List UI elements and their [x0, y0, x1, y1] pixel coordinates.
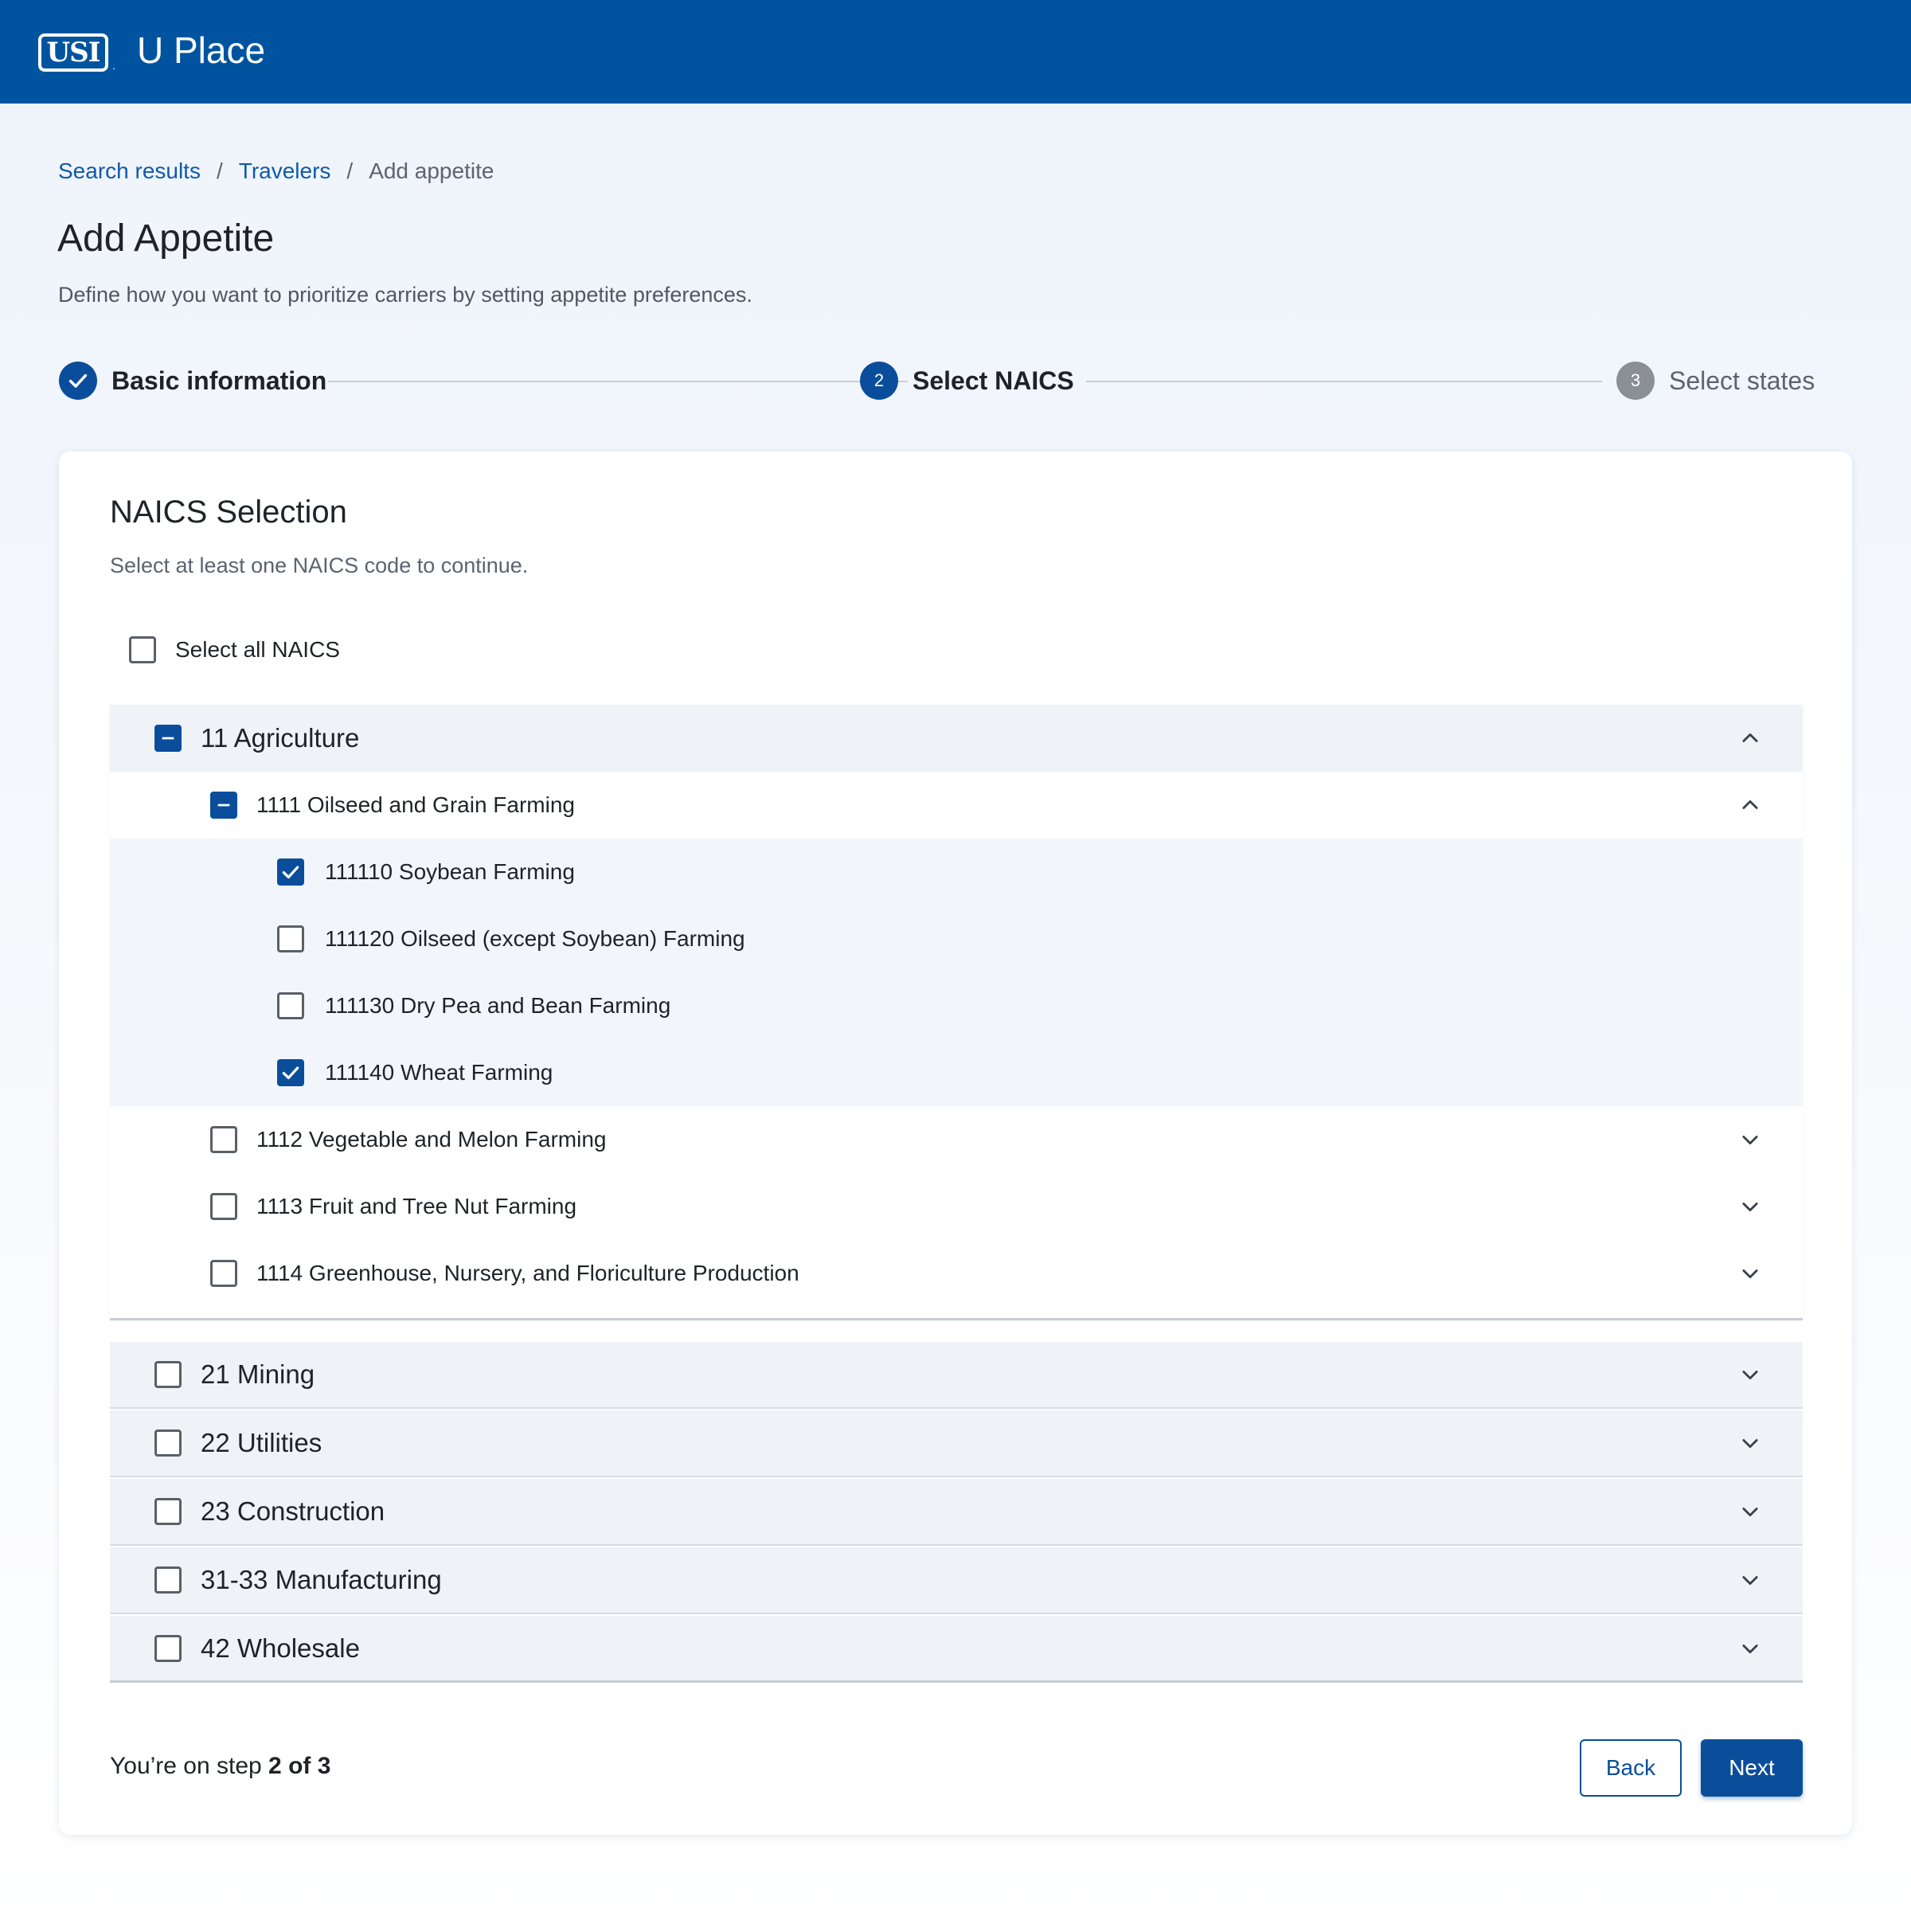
step-select-states[interactable]: 3 Select states	[1616, 358, 1815, 403]
item-label: 111110 Soybean Farming	[325, 859, 575, 884]
select-all-naics[interactable]: Select all NAICS	[129, 636, 340, 663]
breadcrumb: Search results / Travelers / Add appetit…	[58, 158, 494, 184]
sector-label: 23 Construction	[201, 1496, 385, 1526]
sector-row-mining[interactable]: 21 Mining	[110, 1342, 1803, 1409]
sector-row-construction[interactable]: 23 Construction	[110, 1479, 1803, 1546]
step-label: Basic information	[111, 366, 327, 395]
step-progress-count: 2 of 3	[268, 1753, 331, 1779]
naics-selection-card: NAICS Selection Select at least one NAIC…	[59, 452, 1852, 1835]
app-title[interactable]: U Place	[137, 29, 265, 72]
chevron-up-icon[interactable]	[1739, 727, 1761, 749]
next-button[interactable]: Next	[1701, 1739, 1803, 1797]
chevron-down-icon[interactable]	[1739, 1363, 1761, 1386]
sector-row-agriculture[interactable]: 11 Agriculture	[110, 705, 1803, 772]
sector-checkbox[interactable]	[154, 1498, 182, 1525]
chevron-up-icon[interactable]	[1739, 794, 1761, 816]
sector-label: 42 Wholesale	[201, 1633, 360, 1663]
sector-row-wholesale[interactable]: 42 Wholesale	[110, 1616, 1803, 1683]
step-select-naics[interactable]: 2 Select NAICS	[860, 358, 1074, 403]
subsector-row-1111[interactable]: 1111 Oilseed and Grain Farming	[110, 772, 1803, 839]
sector-checkbox[interactable]	[154, 1566, 182, 1594]
subsector-checkbox[interactable]	[210, 1126, 237, 1153]
breadcrumb-travelers[interactable]: Travelers	[239, 158, 331, 184]
page-description: Define how you want to prioritize carrie…	[58, 283, 752, 307]
naics-item-111130[interactable]: 111130 Dry Pea and Bean Farming	[110, 972, 1803, 1039]
breadcrumb-separator: /	[346, 158, 354, 183]
sector-checkbox[interactable]	[154, 725, 182, 752]
chevron-down-icon[interactable]	[1739, 1500, 1761, 1523]
subsector-label: 1114 Greenhouse, Nursery, and Floricultu…	[256, 1261, 799, 1285]
sector-label: 21 Mining	[201, 1359, 315, 1389]
subsector-checkbox[interactable]	[210, 792, 237, 819]
item-label: 111140 Wheat Farming	[325, 1060, 553, 1085]
subsector-row-1113[interactable]: 1113 Fruit and Tree Nut Farming	[110, 1173, 1803, 1240]
check-icon	[59, 362, 97, 400]
step-basic-information[interactable]: Basic information	[59, 358, 326, 403]
select-all-label: Select all NAICS	[175, 637, 340, 662]
subsector-label: 1113 Fruit and Tree Nut Farming	[256, 1194, 577, 1218]
top-bar: USI . U Place	[0, 0, 1911, 104]
step-progress-prefix: You’re on step	[110, 1753, 269, 1779]
sector-row-manufacturing[interactable]: 31-33 Manufacturing	[110, 1547, 1803, 1614]
step-number-badge: 3	[1616, 362, 1655, 400]
item-checkbox[interactable]	[277, 992, 304, 1019]
item-checkbox[interactable]	[277, 925, 304, 952]
chevron-down-icon[interactable]	[1739, 1637, 1761, 1660]
subsector-row-1114[interactable]: 1114 Greenhouse, Nursery, and Floricultu…	[110, 1240, 1803, 1307]
select-all-checkbox[interactable]	[129, 636, 156, 663]
naics-item-111140[interactable]: 111140 Wheat Farming	[110, 1039, 1803, 1106]
chevron-down-icon[interactable]	[1739, 1128, 1761, 1151]
subsector-row-1112[interactable]: 1112 Vegetable and Melon Farming	[110, 1106, 1803, 1173]
subsector-checkbox[interactable]	[210, 1260, 237, 1287]
sector-label: 11 Agriculture	[201, 723, 360, 753]
sector-label: 31-33 Manufacturing	[201, 1565, 442, 1594]
logo-text: USI	[46, 37, 100, 68]
chevron-down-icon[interactable]	[1739, 1432, 1761, 1454]
breadcrumb-search-results[interactable]: Search results	[58, 158, 201, 184]
chevron-down-icon[interactable]	[1739, 1195, 1761, 1218]
logo-mark: .	[112, 59, 115, 72]
step-connector	[328, 381, 908, 382]
step-progress-note: You’re on step 2 of 3	[110, 1753, 330, 1780]
usi-logo[interactable]: USI .	[38, 33, 115, 72]
chevron-down-icon[interactable]	[1739, 1569, 1761, 1591]
naics-item-111120[interactable]: 111120 Oilseed (except Soybean) Farming	[110, 905, 1803, 972]
sector-checkbox[interactable]	[154, 1429, 182, 1457]
minus-icon	[217, 804, 230, 807]
step-number-badge: 2	[860, 362, 898, 400]
sector-checkbox[interactable]	[154, 1634, 182, 1662]
card-title: NAICS Selection	[110, 495, 347, 530]
breadcrumb-current: Add appetite	[369, 158, 494, 183]
check-icon	[282, 866, 299, 879]
item-label: 111120 Oilseed (except Soybean) Farming	[325, 926, 745, 951]
chevron-down-icon[interactable]	[1739, 1262, 1761, 1285]
sector-checkbox[interactable]	[154, 1361, 182, 1388]
back-button[interactable]: Back	[1580, 1739, 1682, 1797]
card-description: Select at least one NAICS code to contin…	[110, 553, 529, 577]
step-label: Select states	[1669, 366, 1815, 395]
breadcrumb-separator: /	[216, 158, 223, 183]
sector-row-utilities[interactable]: 22 Utilities	[110, 1410, 1803, 1477]
step-connector	[1086, 381, 1602, 382]
check-icon	[282, 1066, 299, 1080]
subsector-label: 1111 Oilseed and Grain Farming	[256, 792, 575, 817]
naics-item-111110[interactable]: 111110 Soybean Farming	[110, 839, 1803, 905]
subsector-label: 1112 Vegetable and Melon Farming	[256, 1127, 607, 1152]
stepper: Basic information 2 Select NAICS 3 Selec…	[57, 358, 1817, 403]
page-title: Add Appetite	[57, 217, 275, 260]
item-checkbox[interactable]	[277, 1059, 304, 1086]
minus-icon	[162, 737, 174, 740]
item-label: 111130 Dry Pea and Bean Farming	[325, 993, 671, 1018]
subsector-checkbox[interactable]	[210, 1193, 237, 1220]
step-label: Select NAICS	[913, 366, 1074, 395]
sector-label: 22 Utilities	[201, 1428, 322, 1457]
item-checkbox[interactable]	[277, 858, 304, 886]
